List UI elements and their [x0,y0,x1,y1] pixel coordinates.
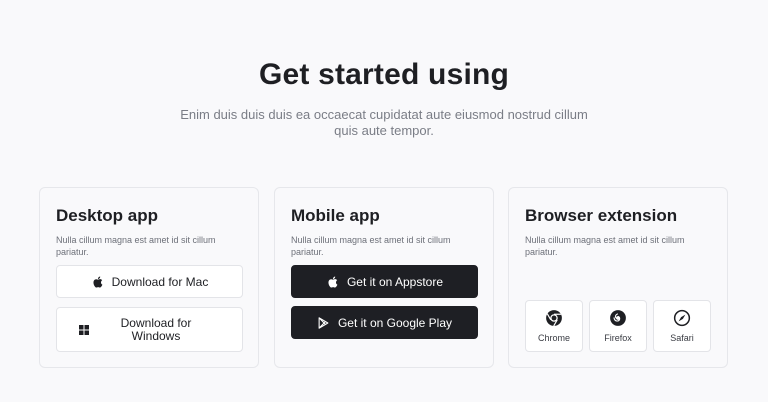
play-store-icon [317,316,331,330]
card-title: Desktop app [56,206,159,225]
googleplay-label: Get it on Google Play [337,315,453,330]
safari-icon [673,309,691,327]
card-title: Mobile app [291,206,380,225]
chrome-button[interactable]: Chrome [525,300,583,352]
chrome-icon [545,309,563,327]
desktop-app-card: Desktop app Nulla cillum magna est amet … [39,187,259,368]
download-mac-button[interactable]: Download for Mac [56,265,243,298]
card-title: Browser extension [525,206,678,225]
browser-extension-card: Browser extension Nulla cillum magna est… [508,187,728,368]
appstore-button[interactable]: Get it on Appstore [291,265,478,298]
chrome-label: Chrome [537,333,570,343]
firefox-icon [609,309,627,327]
safari-button[interactable]: Safari [653,300,711,352]
firefox-label: Firefox [604,333,632,343]
download-windows-label: Download for Windows [120,315,192,343]
get-started-section: Get started using Enim duis duis duis ea… [0,0,768,402]
page-subtitle: Enim duis duis duis ea occaecat cupidata… [180,107,588,138]
card-description: Nulla cillum magna est amet id sit cillu… [525,235,685,257]
download-mac-label: Download for Mac [111,274,209,289]
apple-icon [91,275,105,289]
page-title: Get started using [258,58,510,91]
firefox-button[interactable]: Firefox [589,300,647,352]
safari-label: Safari [670,333,694,343]
card-description: Nulla cillum magna est amet id sit cillu… [291,235,451,257]
googleplay-button[interactable]: Get it on Google Play [291,306,478,339]
windows-icon [77,323,91,337]
apple-icon [326,275,340,289]
download-windows-button[interactable]: Download for Windows [56,307,243,352]
mobile-app-card: Mobile app Nulla cillum magna est amet i… [274,187,494,368]
card-description: Nulla cillum magna est amet id sit cillu… [56,235,216,257]
appstore-label: Get it on Appstore [346,274,444,289]
